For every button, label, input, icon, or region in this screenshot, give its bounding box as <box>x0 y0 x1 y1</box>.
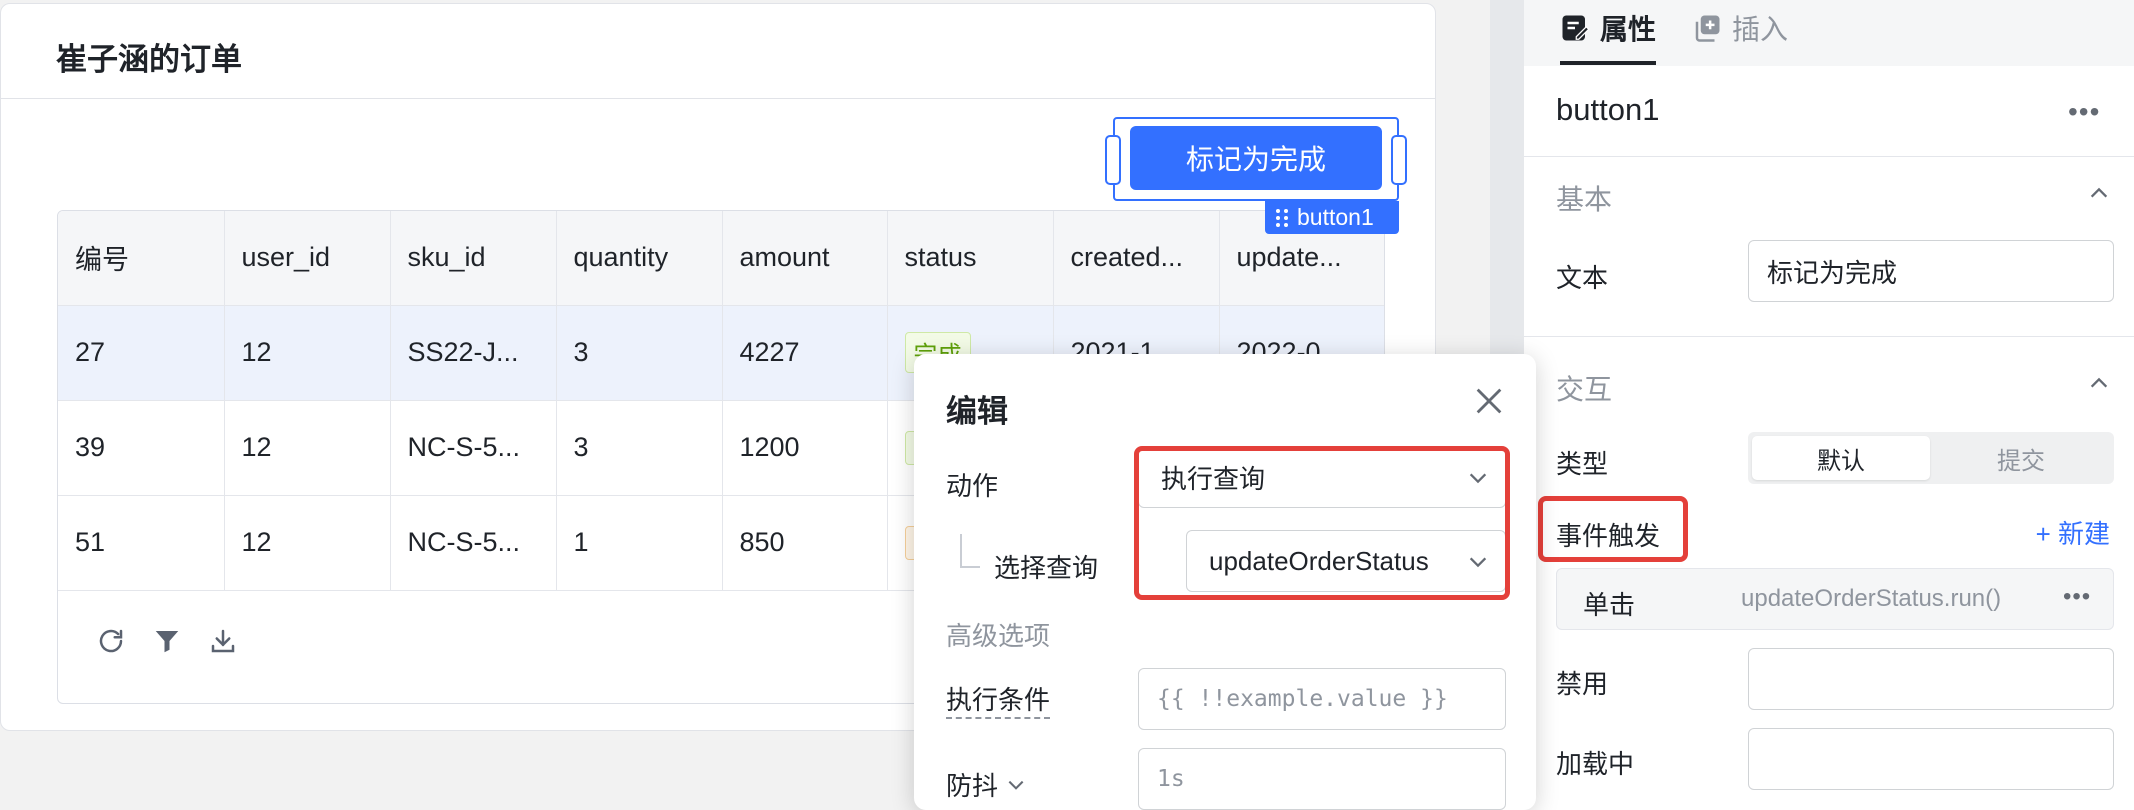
download-icon[interactable] <box>208 626 238 656</box>
debounce-label: 防抖 <box>946 771 999 801</box>
section-divider <box>1524 156 2134 157</box>
component-tag-label: button1 <box>1297 204 1374 230</box>
table-cell: NC-S-5... <box>390 495 557 591</box>
property-panel: 属性 插入 button1 ••• 基本 文本 标记为完成 交互 类型 默认 提… <box>1524 0 2134 810</box>
table-cell: 3 <box>556 305 723 401</box>
condition-input[interactable]: {{ !!example.value }} <box>1138 668 1506 730</box>
table-cell: 39 <box>58 400 225 496</box>
table-cell: 12 <box>224 400 391 496</box>
type-option-default[interactable]: 默认 <box>1752 436 1930 480</box>
tree-connector <box>960 534 980 568</box>
card-title: 崔子涵的订单 <box>56 42 242 77</box>
table-cell: SS22-J... <box>390 305 557 401</box>
section-basic-title[interactable]: 基本 <box>1556 178 1612 218</box>
table-toolbar <box>96 626 238 656</box>
mark-complete-button[interactable]: 标记为完成 <box>1130 126 1382 190</box>
action-label: 动作 <box>946 471 999 501</box>
text-label: 文本 <box>1556 263 1609 293</box>
loading-field[interactable] <box>1748 728 2114 790</box>
event-handler-row[interactable]: 单击 updateOrderStatus.run() ••• <box>1556 568 2114 630</box>
tab-insert-label: 插入 <box>1732 14 1789 45</box>
component-tag[interactable]: button1 <box>1265 201 1399 234</box>
column-header[interactable]: sku_id <box>390 211 557 306</box>
loading-label: 加载中 <box>1556 749 1635 779</box>
table-cell: 1 <box>556 495 723 591</box>
tab-properties[interactable]: 属性 <box>1560 8 1656 48</box>
advanced-options-label[interactable]: 高级选项 <box>946 616 1050 653</box>
disabled-label: 禁用 <box>1556 669 1609 699</box>
table-header-row: 编号 user_id sku_id quantity amount status… <box>58 211 1384 306</box>
filter-icon[interactable] <box>152 626 182 656</box>
section-divider <box>1524 336 2134 337</box>
tab-insert[interactable]: 插入 <box>1692 8 1788 48</box>
table-cell: 850 <box>722 495 888 591</box>
column-header[interactable]: status <box>887 211 1054 306</box>
edit-properties-icon <box>1562 15 1590 41</box>
condition-label-text: 执行条件 <box>946 685 1051 719</box>
active-tab-indicator <box>1560 61 1656 65</box>
close-icon[interactable] <box>1472 384 1506 418</box>
section-interaction-title[interactable]: 交互 <box>1556 368 1612 408</box>
table-cell: 51 <box>58 495 225 591</box>
resize-handle-right[interactable] <box>1391 135 1407 185</box>
table-cell: 3 <box>556 400 723 496</box>
event-more-icon[interactable]: ••• <box>2063 583 2091 611</box>
debounce-toggle[interactable]: 防抖 <box>946 766 1026 803</box>
condition-label: 执行条件 <box>946 680 1051 719</box>
highlight-box <box>1538 496 1688 562</box>
text-field[interactable]: 标记为完成 <box>1748 240 2114 302</box>
drag-handle-icon[interactable] <box>1275 208 1289 228</box>
refresh-icon[interactable] <box>96 626 126 656</box>
highlight-box <box>1134 446 1510 600</box>
event-action: updateOrderStatus.run() <box>1741 585 2002 612</box>
chevron-up-icon[interactable] <box>2088 372 2110 394</box>
tab-properties-label: 属性 <box>1600 14 1657 45</box>
more-options-icon[interactable]: ••• <box>2068 96 2100 128</box>
table-cell: NC-S-5... <box>390 400 557 496</box>
debounce-input[interactable]: 1s <box>1138 748 1506 810</box>
popover-title: 编辑 <box>946 394 1008 429</box>
column-header[interactable]: 编号 <box>58 211 225 306</box>
type-segmented-control: 默认 提交 <box>1748 432 2114 484</box>
table-cell: 4227 <box>722 305 888 401</box>
edit-popover: 编辑 动作 执行查询 选择查询 updateOrderStatus 高级选项 执… <box>914 354 1536 810</box>
chevron-down-icon <box>1008 780 1024 790</box>
card-divider <box>1 98 1435 99</box>
insert-icon <box>1695 15 1720 42</box>
column-header[interactable]: amount <box>722 211 888 306</box>
component-name[interactable]: button1 <box>1556 92 1659 128</box>
query-label: 选择查询 <box>994 553 1099 583</box>
chevron-up-icon[interactable] <box>2088 182 2110 204</box>
table-cell: 27 <box>58 305 225 401</box>
table-cell: 12 <box>224 305 391 401</box>
table-cell: 1200 <box>722 400 888 496</box>
column-header[interactable]: created... <box>1053 211 1220 306</box>
type-option-submit[interactable]: 提交 <box>1932 436 2110 480</box>
add-event-button[interactable]: + 新建 <box>2036 514 2110 551</box>
resize-handle-left[interactable] <box>1105 135 1121 185</box>
table-cell: 12 <box>224 495 391 591</box>
disabled-field[interactable] <box>1748 648 2114 710</box>
panel-tabs: 属性 插入 <box>1524 0 2134 66</box>
column-header[interactable]: quantity <box>556 211 723 306</box>
event-name: 单击 <box>1583 590 1636 620</box>
type-label: 类型 <box>1556 449 1609 479</box>
column-header[interactable]: user_id <box>224 211 391 306</box>
